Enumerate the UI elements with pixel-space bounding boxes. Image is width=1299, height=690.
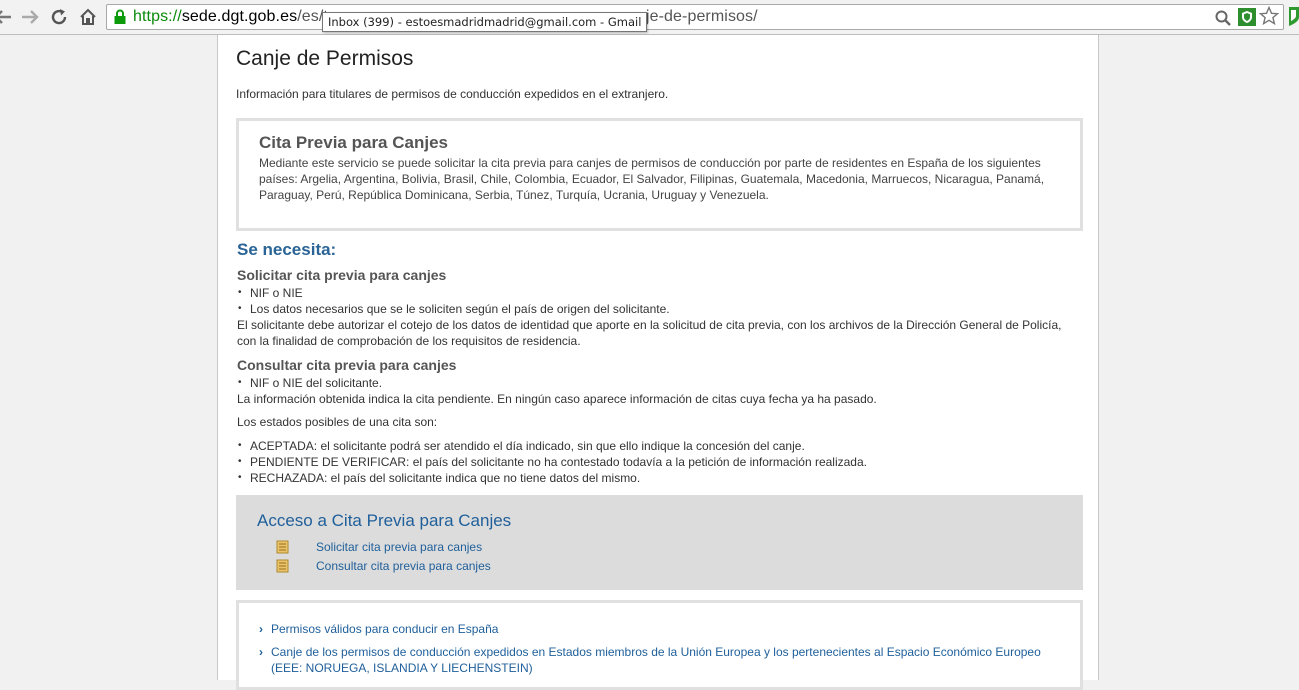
consultar-section: NIF o NIE del solicitante. La informació… bbox=[237, 375, 1067, 486]
home-icon[interactable] bbox=[77, 6, 99, 28]
consultar-heading: Consultar cita previa para canjes bbox=[237, 357, 457, 373]
extension-shield-icon[interactable] bbox=[1237, 7, 1257, 32]
chevron-right-icon: › bbox=[259, 622, 263, 636]
address-bar[interactable]: https://sede.dgt.gob.es/es/t anje-de-perm… bbox=[106, 4, 1284, 30]
browser-toolbar: https://sede.dgt.gob.es/es/t anje-de-perm… bbox=[0, 0, 1299, 35]
se-necesita-heading: Se necesita: bbox=[237, 240, 337, 259]
cita-previa-box: Cita Previa para Canjes Mediante este se… bbox=[236, 118, 1083, 231]
tab-tooltip: Inbox (399) - estoesmadridmadrid@gmail.c… bbox=[322, 12, 648, 32]
list-item: PENDIENTE DE VERIFICAR: el país del soli… bbox=[237, 454, 1067, 470]
forward-icon[interactable] bbox=[19, 6, 41, 28]
related-links-box: › Permisos válidos para conducir en Espa… bbox=[236, 600, 1083, 690]
cita-previa-title: Cita Previa para Canjes bbox=[259, 133, 448, 152]
link-label[interactable]: Solicitar cita previa para canjes bbox=[316, 540, 482, 554]
link-label[interactable]: Canje de los permisos de conducción expe… bbox=[271, 644, 1060, 676]
page-title: Canje de Permisos bbox=[236, 47, 414, 70]
extension-icon[interactable] bbox=[1288, 5, 1299, 32]
consultar-note: La información obtenida indica la cita p… bbox=[237, 392, 877, 406]
page-content: Canje de Permisos Información para titul… bbox=[217, 35, 1099, 690]
back-icon[interactable] bbox=[0, 6, 14, 28]
acceso-title: Acceso a Cita Previa para Canjes bbox=[257, 511, 512, 530]
document-icon bbox=[275, 540, 290, 554]
solicitar-note: El solicitante debe autorizar el cotejo … bbox=[237, 318, 1062, 348]
intro-text: Información para titulares de permisos d… bbox=[236, 87, 669, 101]
solicitar-section: NIF o NIE Los datos necesarios que se le… bbox=[237, 285, 1067, 349]
acceso-box: Acceso a Cita Previa para Canjes Solicit… bbox=[236, 495, 1083, 590]
lock-icon bbox=[113, 9, 127, 30]
list-item: NIF o NIE del solicitante. bbox=[237, 375, 1067, 391]
solicitar-cita-link[interactable]: Solicitar cita previa para canjes bbox=[257, 537, 1062, 556]
list-item: Los datos necesarios que se le soliciten… bbox=[237, 301, 1067, 317]
link-label[interactable]: Permisos válidos para conducir en España bbox=[271, 621, 498, 637]
document-icon bbox=[275, 559, 290, 573]
list-item: NIF o NIE bbox=[237, 285, 1067, 301]
estados-intro: Los estados posibles de una cita son: bbox=[237, 415, 438, 429]
related-link-permisos-validos[interactable]: › Permisos válidos para conducir en Espa… bbox=[259, 621, 1060, 637]
list-item: RECHAZADA: el país del solicitante indic… bbox=[237, 470, 1067, 486]
star-icon[interactable] bbox=[1258, 5, 1280, 31]
related-link-canje-ue[interactable]: › Canje de los permisos de conducción ex… bbox=[259, 644, 1060, 676]
consultar-cita-link[interactable]: Consultar cita previa para canjes bbox=[257, 556, 1062, 575]
reload-icon[interactable] bbox=[48, 6, 70, 28]
search-icon[interactable] bbox=[1215, 10, 1231, 31]
link-label[interactable]: Consultar cita previa para canjes bbox=[316, 559, 491, 573]
solicitar-heading: Solicitar cita previa para canjes bbox=[237, 267, 447, 283]
cita-previa-text: Mediante este servicio se puede solicita… bbox=[259, 156, 1045, 202]
estados-list: ACEPTADA: el solicitante podrá ser atend… bbox=[237, 438, 1067, 486]
list-item: ACEPTADA: el solicitante podrá ser atend… bbox=[237, 438, 1067, 454]
chevron-right-icon: › bbox=[259, 645, 263, 659]
